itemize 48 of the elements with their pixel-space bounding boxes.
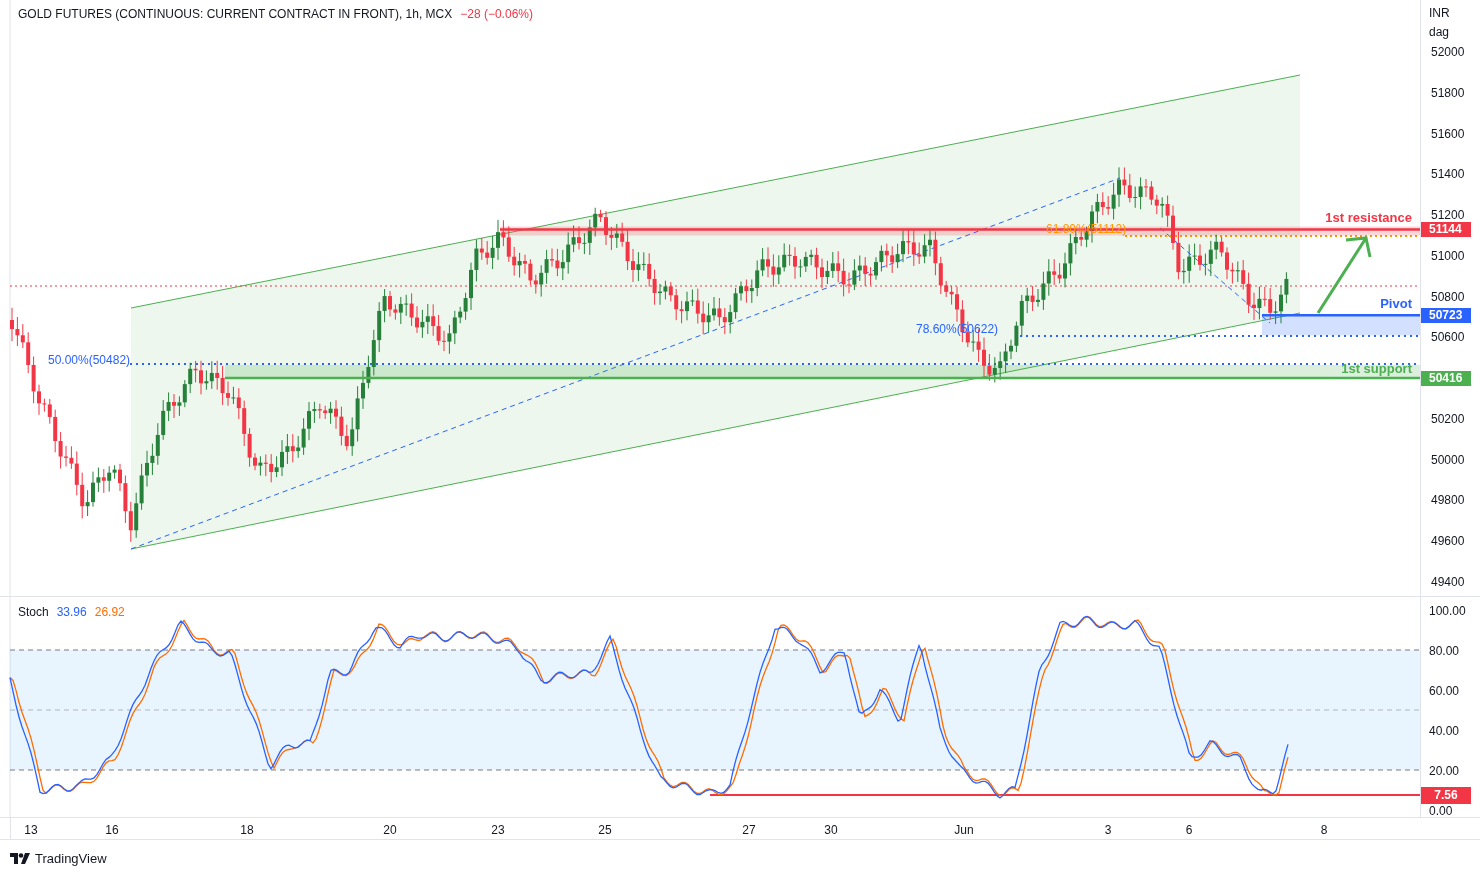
price-tick: 52000 bbox=[1431, 46, 1465, 59]
time-tick: 27 bbox=[742, 822, 756, 839]
time-tick: 18 bbox=[240, 822, 254, 839]
level-label: Pivot bbox=[1380, 295, 1412, 314]
price-tick: 50600 bbox=[1431, 331, 1465, 345]
time-tick: 3 bbox=[1104, 822, 1112, 839]
currency-label: INR bbox=[1429, 5, 1450, 22]
price-badge: 50416 bbox=[1421, 370, 1471, 386]
price-badge: 50723 bbox=[1421, 308, 1471, 324]
indicator-name: Stoch bbox=[18, 604, 49, 621]
price-tick: 49400 bbox=[1431, 576, 1465, 589]
unit-label: dag bbox=[1429, 24, 1450, 41]
stoch-tick: 100.00 bbox=[1429, 603, 1466, 620]
time-tick: 16 bbox=[105, 822, 119, 839]
time-tick: 23 bbox=[491, 822, 505, 839]
price-badge: 51144 bbox=[1421, 222, 1471, 238]
time-tick: 6 bbox=[1185, 822, 1193, 839]
time-tick: 13 bbox=[24, 822, 38, 839]
stoch-tick: 40.00 bbox=[1429, 723, 1460, 740]
logo-icon bbox=[10, 853, 30, 865]
price-tick: 49600 bbox=[1431, 535, 1465, 549]
price-tick: 49800 bbox=[1431, 494, 1465, 508]
time-tick: 30 bbox=[824, 822, 838, 839]
stoch-tick: 0.00 bbox=[1429, 803, 1453, 820]
brand-name: TradingView bbox=[35, 850, 107, 868]
stoch-k-value: 33.96 bbox=[56, 604, 87, 621]
level-label: 1st support bbox=[1341, 359, 1412, 378]
price-tick: 51600 bbox=[1431, 127, 1465, 141]
price-tick: 51400 bbox=[1431, 168, 1465, 182]
time-tick: Jun bbox=[954, 822, 974, 839]
stoch-d-value: 26.92 bbox=[94, 604, 125, 621]
time-tick: 25 bbox=[598, 822, 612, 839]
price-tick: 50000 bbox=[1431, 453, 1465, 467]
price-tick: 51800 bbox=[1431, 86, 1465, 100]
stoch-badge: 7.56 bbox=[1421, 786, 1471, 804]
fib-label: 50.00%(50482) bbox=[48, 352, 131, 369]
time-tick: 20 bbox=[383, 822, 397, 839]
price-tick: 51200 bbox=[1431, 209, 1465, 223]
level-label: 1st resistance bbox=[1325, 209, 1412, 228]
price-tick: 50200 bbox=[1431, 412, 1465, 426]
stoch-tick: 60.00 bbox=[1429, 683, 1460, 700]
chart-title: GOLD FUTURES (CONTINUOUS: CURRENT CONTRACT IN FRONT), 1h, MCX bbox=[18, 6, 453, 23]
stoch-tick: 20.00 bbox=[1429, 763, 1460, 780]
price-tick: 50800 bbox=[1431, 290, 1465, 304]
price-tick: 51000 bbox=[1431, 249, 1465, 263]
price-change: −28 (−0.06%) bbox=[460, 6, 533, 23]
stoch-tick: 80.00 bbox=[1429, 643, 1460, 660]
time-tick: 8 bbox=[1320, 822, 1328, 839]
